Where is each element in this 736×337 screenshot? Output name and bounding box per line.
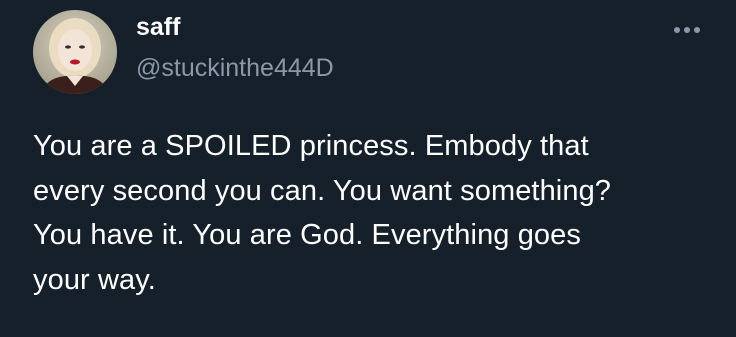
tweet-text-line: You have it. You are God. Everything goe… — [33, 219, 581, 251]
ellipsis-icon[interactable] — [674, 20, 710, 40]
author-display-name[interactable]: saff — [136, 12, 180, 42]
profile-avatar[interactable] — [33, 10, 117, 94]
tweet-text-line: every second you can. You want something… — [33, 174, 612, 207]
tweet-card: saff @stuckinthe444D You are a SPOILED p… — [0, 0, 736, 337]
avatar-image — [33, 10, 117, 94]
dot-icon — [684, 27, 690, 33]
tweet-text-line: your way. — [33, 263, 156, 296]
author-handle[interactable]: @stuckinthe444D — [136, 53, 334, 83]
tweet-text-line: You are a SPOILED princess. Embody that — [33, 130, 589, 162]
dot-icon — [674, 27, 680, 33]
tweet-text: You are a SPOILED princess. Embody that … — [33, 124, 713, 302]
dot-icon — [694, 27, 700, 33]
